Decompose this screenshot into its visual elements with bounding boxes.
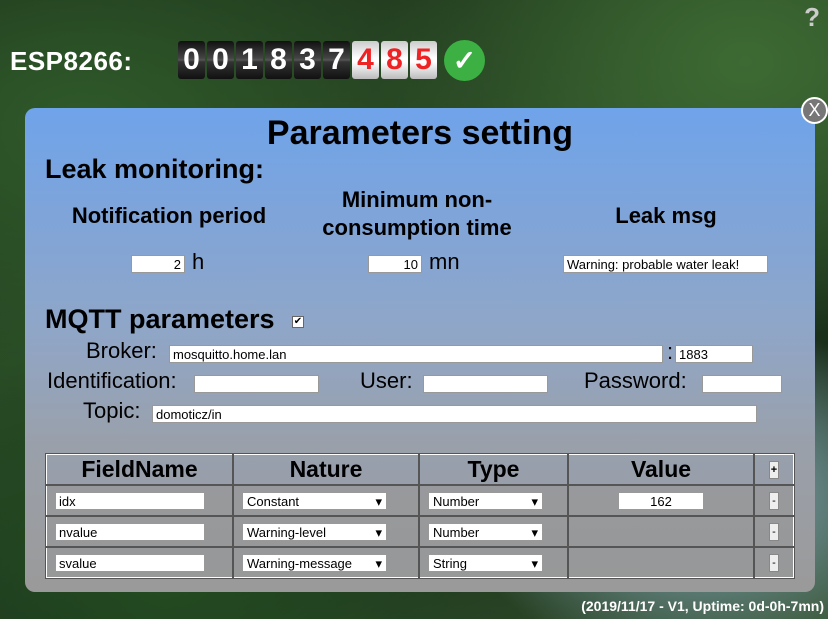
dropdown-arrow-icon: ▾ (375, 493, 382, 509)
nature-value: Warning-level (247, 524, 326, 540)
broker-input[interactable]: mosquitto.home.lan (169, 345, 663, 363)
type-select[interactable]: Number ▾ (428, 522, 543, 541)
check-icon: ✓ (444, 40, 485, 81)
leak-msg-label: Leak msg (615, 203, 717, 228)
broker-label: Broker: (86, 338, 157, 363)
table-row: svalue Warning-message ▾ String ▾ - (45, 546, 795, 579)
counter-digit: 0 (207, 41, 234, 79)
col-type: Type (418, 453, 569, 486)
nature-select[interactable]: Constant ▾ (242, 491, 387, 510)
table-row: idx Constant ▾ Number ▾ 162 - (45, 484, 795, 517)
counter-digit-decimal: 8 (381, 41, 408, 79)
table-header-row: FieldName Nature Type Value + (45, 453, 795, 486)
notification-unit: h (192, 249, 205, 274)
nature-value: Constant (247, 493, 300, 509)
port-input[interactable]: 1883 (675, 345, 753, 363)
counter-digit: 1 (236, 41, 263, 79)
fieldname-input[interactable]: nvalue (55, 522, 205, 541)
nature-select[interactable]: Warning-message ▾ (242, 553, 387, 572)
mqtt-enable-checkbox[interactable]: ✔ (292, 316, 304, 328)
min-nonconsumption-input[interactable]: 10 (368, 255, 422, 273)
type-value: Number (433, 524, 480, 540)
col-value: Value (567, 453, 755, 486)
password-input[interactable] (702, 375, 782, 393)
dropdown-arrow-icon: ▾ (531, 493, 538, 509)
col-fieldname: FieldName (45, 453, 234, 486)
value-cell-empty (567, 546, 755, 579)
dropdown-arrow-icon: ▾ (531, 524, 538, 540)
value-cell-empty (567, 515, 755, 548)
col-nature: Nature (232, 453, 420, 486)
mqtt-heading: MQTT parameters (45, 304, 275, 334)
leak-msg-input[interactable]: Warning: probable water leak! (563, 255, 768, 273)
counter-digit: 8 (265, 41, 292, 79)
help-button[interactable]: ? (804, 2, 820, 33)
remove-row-button[interactable]: - (769, 491, 779, 510)
version-uptime: (2019/11/17 - V1, Uptime: 0d-0h-7mn) (581, 598, 824, 614)
remove-row-button[interactable]: - (769, 522, 779, 541)
min-nonconsumption-label: Minimum non-consumption time (322, 187, 512, 240)
add-row-button[interactable]: + (769, 460, 779, 479)
counter-digit-decimal: 4 (352, 41, 379, 79)
counter-digit: 0 (178, 41, 205, 79)
notification-period-input[interactable]: 2 (131, 255, 185, 273)
remove-row-button[interactable]: - (769, 553, 779, 572)
min-nonconsumption-unit: mn (429, 249, 460, 274)
fields-table: FieldName Nature Type Value + idx Consta… (45, 453, 795, 579)
notification-period-label: Notification period (71, 203, 267, 228)
dropdown-arrow-icon: ▾ (375, 555, 382, 571)
device-label: ESP8266: (10, 46, 133, 76)
nature-select[interactable]: Warning-level ▾ (242, 522, 387, 541)
type-value: String (433, 555, 467, 571)
panel-title: Parameters setting (266, 114, 574, 152)
topic-input[interactable]: domoticz/in (152, 405, 757, 423)
identification-label: Identification: (47, 368, 177, 393)
counter-digit-decimal: 5 (410, 41, 437, 79)
fieldname-input[interactable]: svalue (55, 553, 205, 572)
user-label: User: (360, 368, 413, 393)
counter-digit: 7 (323, 41, 350, 79)
fieldname-input[interactable]: idx (55, 491, 205, 510)
nature-value: Warning-message (247, 555, 353, 571)
close-panel-button[interactable]: X (801, 97, 828, 124)
identification-input[interactable] (194, 375, 319, 393)
table-row: nvalue Warning-level ▾ Number ▾ - (45, 515, 795, 548)
topic-label: Topic: (83, 398, 141, 423)
type-select[interactable]: Number ▾ (428, 491, 543, 510)
password-label: Password: (584, 368, 687, 393)
type-value: Number (433, 493, 480, 509)
dropdown-arrow-icon: ▾ (531, 555, 538, 571)
parameters-panel: Parameters setting Leak monitoring: Noti… (25, 108, 815, 592)
col-add: + (753, 453, 795, 486)
meter-counter: 0 0 1 8 3 7 4 8 5 (178, 41, 439, 79)
value-input[interactable]: 162 (618, 491, 704, 510)
dropdown-arrow-icon: ▾ (375, 524, 382, 540)
port-separator: : (667, 339, 674, 364)
type-select[interactable]: String ▾ (428, 553, 543, 572)
leak-heading: Leak monitoring: (45, 154, 265, 184)
user-input[interactable] (423, 375, 548, 393)
counter-digit: 3 (294, 41, 321, 79)
